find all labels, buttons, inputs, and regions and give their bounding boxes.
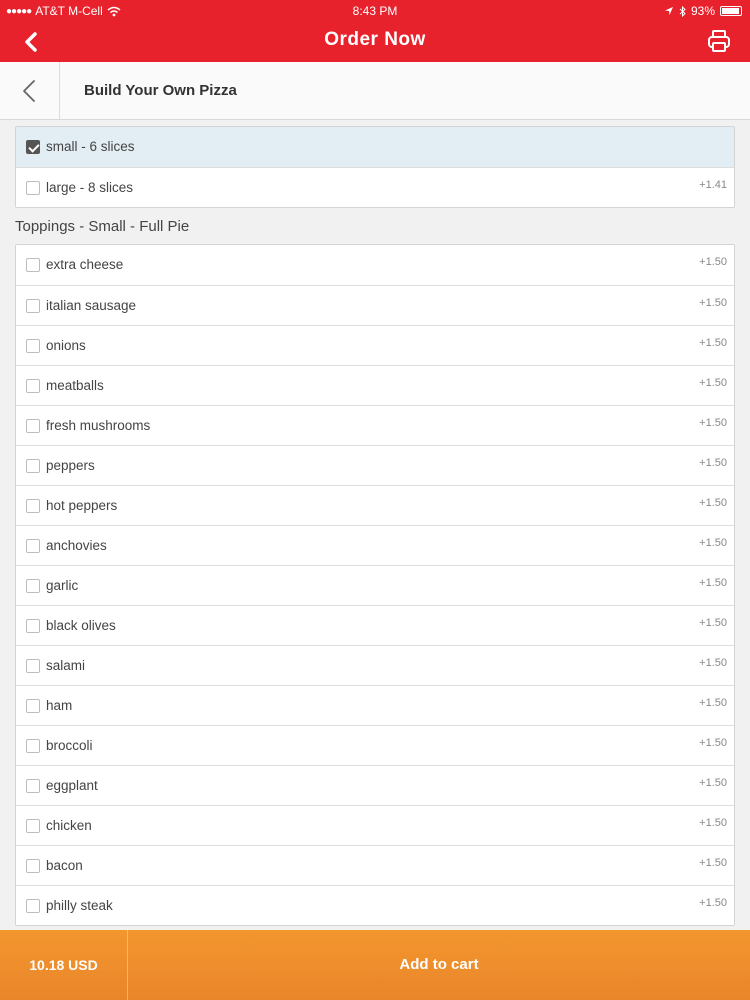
topping-label: eggplant [46,778,98,793]
option-price: +1.41 [699,179,727,191]
checkbox[interactable] [26,859,40,873]
topping-price: +1.50 [699,817,727,829]
checkbox[interactable] [26,299,40,313]
checkbox[interactable] [26,659,40,673]
toppings-section-title: Toppings - Small - Full Pie [15,218,190,235]
checkbox[interactable] [26,619,40,633]
status-bar: ●●●●● AT&T M-Cell 8:43 PM 93% [0,0,750,20]
topping-price: +1.50 [699,897,727,909]
topping-price: +1.50 [699,737,727,749]
page-title: Order Now [324,29,426,50]
topping-label: peppers [46,458,95,473]
size-options: small - 6 slices large - 8 slices +1.41 [15,126,735,208]
topping-price: +1.50 [699,697,727,709]
topping-label: meatballs [46,378,104,393]
option-label: small - 6 slices [46,139,135,154]
size-option-large[interactable]: large - 8 slices +1.41 [16,167,734,207]
topping-label: black olives [46,618,116,633]
topping-option[interactable]: black olives +1.50 [16,605,734,645]
topping-label: bacon [46,858,83,873]
size-option-small[interactable]: small - 6 slices [16,127,734,167]
checkbox[interactable] [26,379,40,393]
nav-bar: Order Now [0,20,750,62]
topping-option[interactable]: onions +1.50 [16,325,734,365]
topping-option[interactable]: bacon +1.50 [16,845,734,885]
topping-price: +1.50 [699,657,727,669]
topping-option[interactable]: chicken +1.50 [16,805,734,845]
sub-back-button[interactable] [0,62,60,120]
checkbox[interactable] [26,539,40,553]
topping-option[interactable]: philly steak +1.50 [16,885,734,925]
topping-price: +1.50 [699,256,727,268]
checkbox[interactable] [26,739,40,753]
topping-price: +1.50 [699,537,727,549]
topping-label: salami [46,658,86,673]
topping-option[interactable]: broccoli +1.50 [16,725,734,765]
topping-label: hot peppers [46,498,118,513]
status-time: 8:43 PM [352,4,398,18]
topping-price: +1.50 [699,297,727,309]
topping-label: ham [46,698,73,713]
topping-option[interactable]: meatballs +1.50 [16,365,734,405]
cart-footer: 10.18 USD Add to cart [0,930,750,1000]
topping-price: +1.50 [699,377,727,389]
topping-label: philly steak [46,898,113,913]
topping-price: +1.50 [699,337,727,349]
battery-percent: 93% [690,4,715,18]
status-right: 93% [664,4,742,18]
topping-option[interactable]: peppers +1.50 [16,445,734,485]
location-arrow-icon [664,7,673,15]
topping-label: chicken [46,818,92,833]
topping-price: +1.50 [699,497,727,509]
checkbox[interactable] [26,499,40,513]
printer-icon [708,30,730,52]
topping-price: +1.50 [699,777,727,789]
topping-price: +1.50 [699,457,727,469]
bluetooth-icon [679,5,686,17]
checkbox[interactable] [26,699,40,713]
topping-label: fresh mushrooms [46,418,151,433]
toppings-list: extra cheese +1.50 italian sausage +1.50 o… [15,244,735,926]
topping-option[interactable]: garlic +1.50 [16,565,734,605]
topping-price: +1.50 [699,577,727,589]
topping-option[interactable]: eggplant +1.50 [16,765,734,805]
checkbox[interactable] [26,819,40,833]
checkbox[interactable] [26,459,40,473]
options-content: small - 6 slices large - 8 slices +1.41 … [15,126,735,926]
option-label: large - 8 slices [46,180,134,195]
print-button[interactable] [706,28,732,54]
topping-label: broccoli [46,738,93,753]
topping-price: +1.50 [699,857,727,869]
checkbox[interactable] [26,258,40,272]
topping-label: garlic [46,578,79,593]
checkbox[interactable] [26,899,40,913]
checkbox[interactable] [26,419,40,433]
topping-option[interactable]: anchovies +1.50 [16,525,734,565]
sub-header-title: Build Your Own Pizza [84,82,237,99]
sub-header: Build Your Own Pizza [0,62,750,120]
battery-icon [720,6,742,16]
topping-option[interactable]: salami +1.50 [16,645,734,685]
topping-label: extra cheese [46,257,124,272]
chevron-left-icon [23,80,35,102]
topping-option[interactable]: fresh mushrooms +1.50 [16,405,734,445]
topping-label: italian sausage [46,298,137,313]
topping-price: +1.50 [699,617,727,629]
add-to-cart-button[interactable]: Add to cart [128,930,750,1000]
topping-option[interactable]: ham +1.50 [16,685,734,725]
topping-label: onions [46,338,86,353]
topping-price: +1.50 [699,417,727,429]
checkbox[interactable] [26,181,40,195]
checkbox[interactable] [26,339,40,353]
order-total: 10.18 USD [0,930,128,1000]
topping-option[interactable]: italian sausage +1.50 [16,285,734,325]
checkbox[interactable] [26,579,40,593]
checkbox-checked[interactable] [26,140,40,154]
checkbox[interactable] [26,779,40,793]
topping-option[interactable]: extra cheese +1.50 [16,245,734,285]
topping-option[interactable]: hot peppers +1.50 [16,485,734,525]
topping-label: anchovies [46,538,107,553]
